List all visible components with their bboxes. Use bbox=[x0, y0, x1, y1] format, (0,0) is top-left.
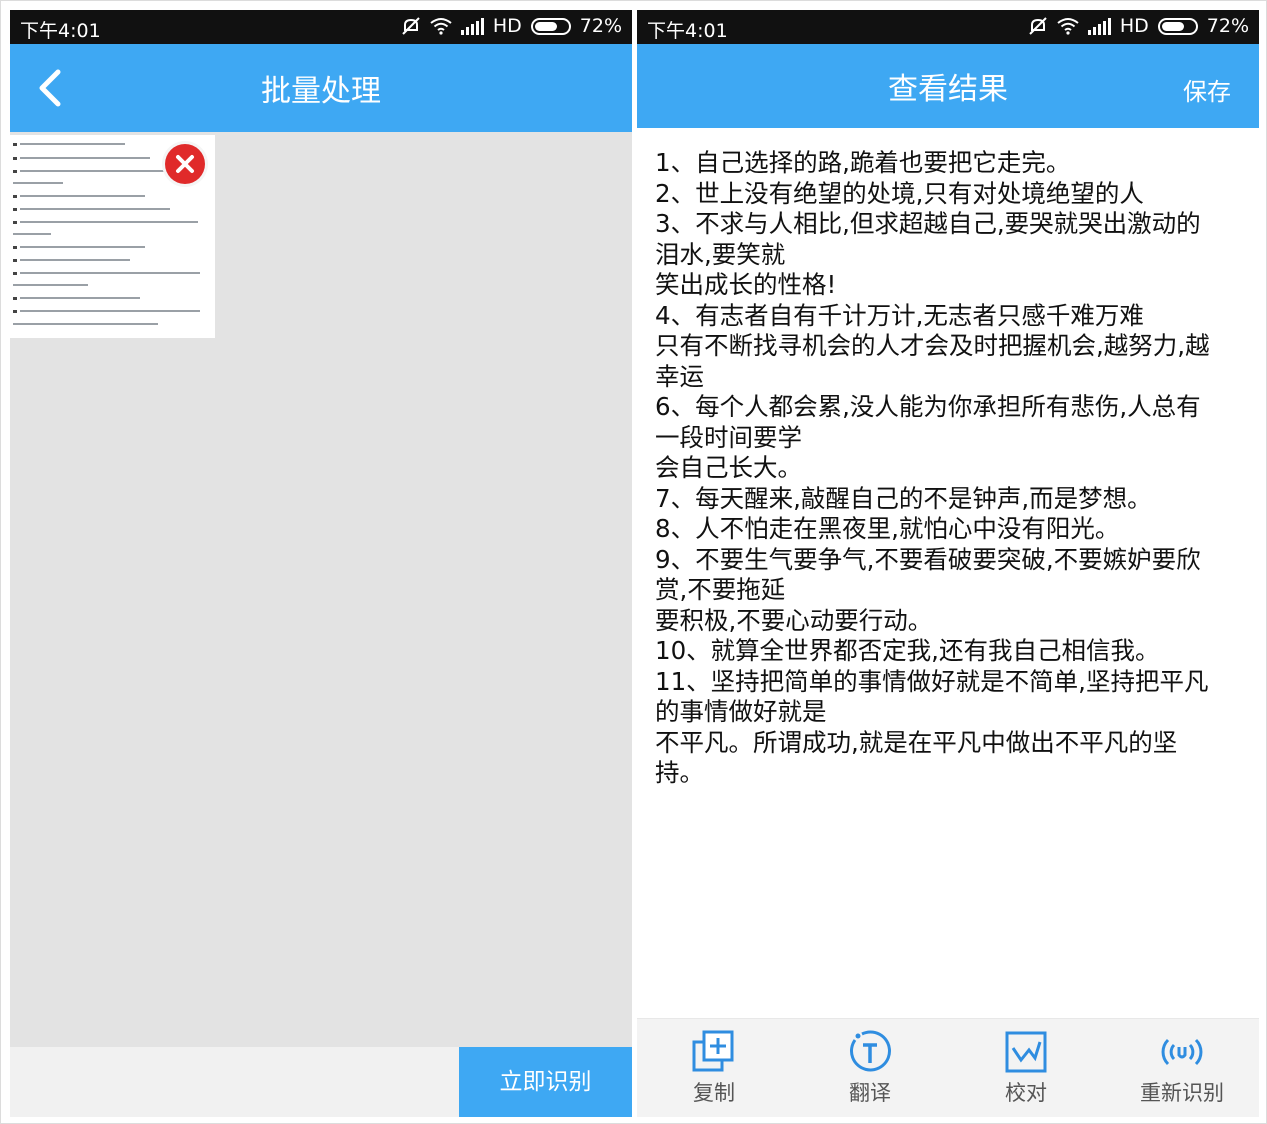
page-title: 批量处理 bbox=[261, 74, 381, 109]
mute-icon bbox=[402, 17, 420, 35]
translate-icon bbox=[850, 1030, 891, 1072]
text-line: 赏,不要拖延 bbox=[655, 575, 786, 604]
status-icons: HD 72% bbox=[401, 15, 622, 37]
copy-button[interactable]: 复制 bbox=[639, 1019, 789, 1117]
text-line: 10、就算全世界都否定我,还有我自己相信我。 bbox=[655, 636, 1160, 665]
network-type: HD bbox=[492, 15, 522, 37]
result-screen: 下午4:01 HD 72% 查看结果 保存 1、自己选择的路,跪着也要把它走完。… bbox=[637, 10, 1259, 1117]
signal-icon bbox=[460, 17, 484, 35]
text-line: 一段时间要学 bbox=[655, 422, 802, 452]
proofread-icon bbox=[1005, 1031, 1047, 1073]
text-line: 2、世上没有绝望的处境,只有对处境绝望的人 bbox=[655, 178, 1144, 208]
delete-icon[interactable] bbox=[165, 144, 205, 184]
text-line: 持。 bbox=[655, 758, 704, 787]
text-line: 1、自己选择的路,跪着也要把它走完。 bbox=[655, 148, 1071, 177]
translate-label: 翻译 bbox=[849, 1081, 891, 1105]
header: 批量处理 bbox=[10, 44, 632, 132]
text-line: 7、每天醒来,敲醒自己的不是钟声,而是梦想。 bbox=[655, 483, 1152, 513]
copy-label: 复制 bbox=[693, 1081, 735, 1105]
text-line: 笑出成长的性格! bbox=[655, 270, 837, 299]
mute-icon bbox=[1029, 17, 1047, 35]
header: 查看结果 保存 bbox=[637, 44, 1259, 128]
signal-icon bbox=[1087, 17, 1111, 35]
status-bar: 下午4:01 HD 72% bbox=[637, 10, 1259, 44]
bottom-bar: 立即识别 bbox=[10, 1047, 632, 1117]
recognized-text[interactable]: 1、自己选择的路,跪着也要把它走完。 2、世上没有绝望的处境,只有对处境绝望的人 3… bbox=[655, 148, 1245, 789]
status-icons: HD 72% bbox=[1028, 15, 1249, 37]
bottom-toolbar: 复制 翻译 校对 重新识别 bbox=[637, 1018, 1259, 1117]
status-bar: 下午4:01 HD 72% bbox=[10, 10, 632, 44]
text-line: 会自己长大。 bbox=[655, 453, 802, 482]
text-line: 要积极,不要心动要行动。 bbox=[655, 605, 933, 635]
network-type: HD bbox=[1119, 15, 1149, 37]
translate-button[interactable]: 翻译 bbox=[795, 1019, 945, 1117]
wifi-icon bbox=[430, 18, 452, 35]
battery-icon bbox=[1157, 17, 1198, 35]
recognize-now-button[interactable]: 立即识别 bbox=[459, 1047, 632, 1117]
page-title: 查看结果 bbox=[888, 72, 1008, 107]
text-line: 9、不要生气要争气,不要看破要突破,不要嫉妒要欣 bbox=[655, 544, 1201, 574]
re-recognize-button[interactable]: 重新识别 bbox=[1107, 1019, 1257, 1117]
save-button[interactable]: 保存 bbox=[1183, 72, 1231, 107]
re-recognize-label: 重新识别 bbox=[1140, 1081, 1224, 1105]
status-time: 下午4:01 bbox=[647, 20, 728, 42]
text-line: 4、有志者自有千计万计,无志者只感千难万难 bbox=[655, 300, 1144, 330]
text-line: 11、坚持把简单的事情做好就是不简单,坚持把平凡 bbox=[655, 666, 1209, 696]
text-line: 只有不断找寻机会的人才会及时把握机会,越努力,越 bbox=[655, 331, 1210, 360]
copy-icon bbox=[692, 1030, 734, 1072]
wifi-icon bbox=[1057, 18, 1079, 35]
text-line: 3、不求与人相比,但求超越自己,要哭就哭出激动的 bbox=[655, 209, 1201, 238]
text-line: 的事情做好就是 bbox=[655, 697, 827, 726]
text-line: 幸运 bbox=[655, 361, 704, 391]
proofread-button[interactable]: 校对 bbox=[951, 1019, 1101, 1117]
battery-level: 72% bbox=[1206, 15, 1249, 37]
text-line: 6、每个人都会累,没人能为你承担所有悲伤,人总有 bbox=[655, 392, 1201, 421]
re-recognize-icon bbox=[1161, 1038, 1203, 1066]
screenshot-frame: 下午4:01 HD 72% 批量处理 立即识别 下午4:01 HD 72% 查看… bbox=[0, 0, 1267, 1124]
status-time: 下午4:01 bbox=[20, 20, 101, 42]
text-line: 泪水,要笑就 bbox=[655, 239, 786, 269]
text-line: 不平凡。所谓成功,就是在平凡中做出不平凡的坚 bbox=[655, 727, 1178, 757]
battery-level: 72% bbox=[579, 15, 622, 37]
text-line: 8、人不怕走在黑夜里,就怕心中没有阳光。 bbox=[655, 514, 1120, 543]
proofread-label: 校对 bbox=[1005, 1081, 1047, 1105]
batch-screen: 下午4:01 HD 72% 批量处理 立即识别 bbox=[10, 10, 632, 1117]
battery-icon bbox=[530, 17, 571, 35]
